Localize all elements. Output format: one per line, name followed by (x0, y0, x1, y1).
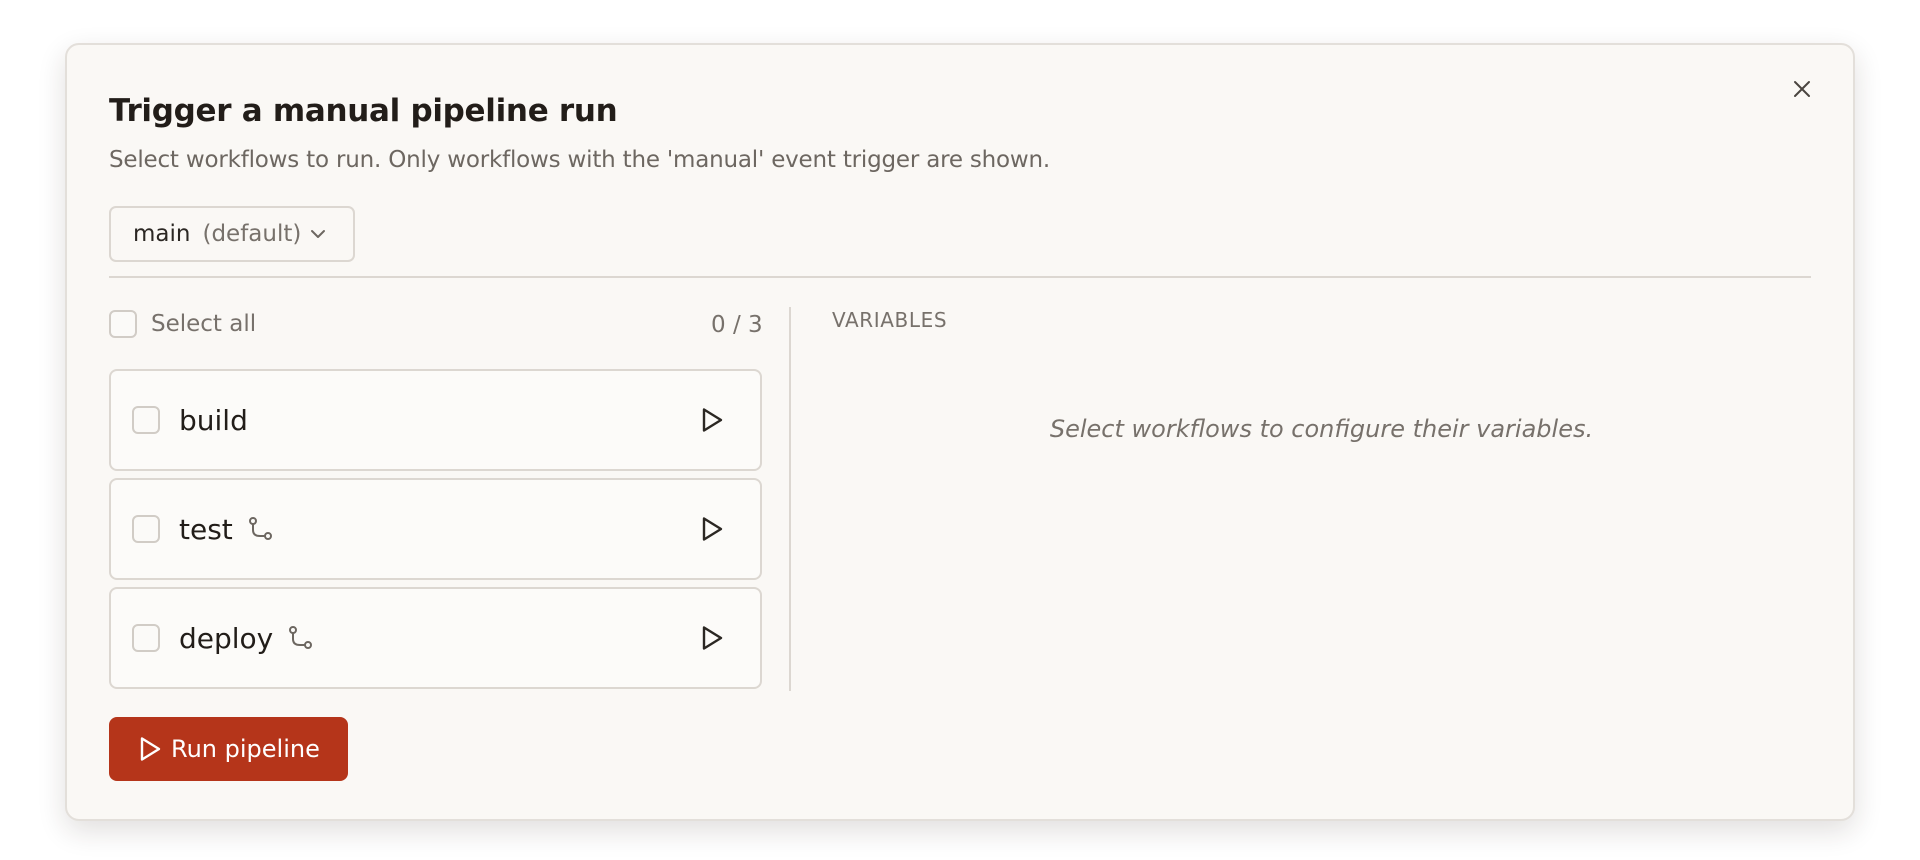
select-all-checkbox[interactable] (109, 310, 137, 338)
close-button[interactable] (1785, 72, 1819, 106)
workflow-item-build[interactable]: build (109, 369, 762, 471)
workflow-checkbox[interactable] (132, 406, 160, 434)
play-icon (140, 737, 161, 761)
run-workflow-button[interactable] (694, 620, 730, 656)
close-icon (1794, 81, 1810, 97)
selected-count: 0 / 3 (711, 312, 763, 338)
branch-select[interactable]: main (default) (109, 206, 356, 262)
select-all-toggle[interactable]: Select all (109, 310, 256, 338)
variables-empty-message: Select workflows to configure their vari… (1049, 415, 1594, 443)
branch-name: main (133, 221, 191, 247)
play-icon (702, 408, 723, 432)
header-divider (109, 276, 1811, 278)
run-workflow-button[interactable] (694, 511, 730, 547)
run-workflow-button[interactable] (694, 402, 730, 438)
play-icon (702, 626, 723, 650)
workflow-name: deploy (179, 621, 274, 655)
select-all-label: Select all (151, 311, 257, 337)
workflow-checkbox[interactable] (132, 624, 160, 652)
git-branch-icon (247, 515, 275, 543)
dialog-subtitle: Select workflows to run. Only workflows … (109, 147, 1051, 173)
workflow-name: build (179, 403, 248, 437)
branch-default-suffix: (default) (202, 221, 302, 247)
git-branch-icon (287, 624, 315, 652)
run-pipeline-button[interactable]: Run pipeline (109, 717, 348, 781)
workflow-item-deploy[interactable]: deploy (109, 587, 762, 689)
manual-run-dialog: Trigger a manual pipeline run Select wor… (65, 43, 1855, 821)
variables-heading: VARIABLES (832, 308, 948, 332)
workflow-item-test[interactable]: test (109, 478, 762, 580)
panel-separator (789, 307, 791, 691)
dialog-title: Trigger a manual pipeline run (109, 93, 618, 129)
play-icon (702, 517, 723, 541)
workflow-list: build test deploy (109, 369, 762, 696)
run-pipeline-label: Run pipeline (171, 735, 320, 763)
workflow-checkbox[interactable] (132, 515, 160, 543)
chevron-down-icon (309, 225, 327, 243)
workflow-name: test (179, 512, 233, 546)
